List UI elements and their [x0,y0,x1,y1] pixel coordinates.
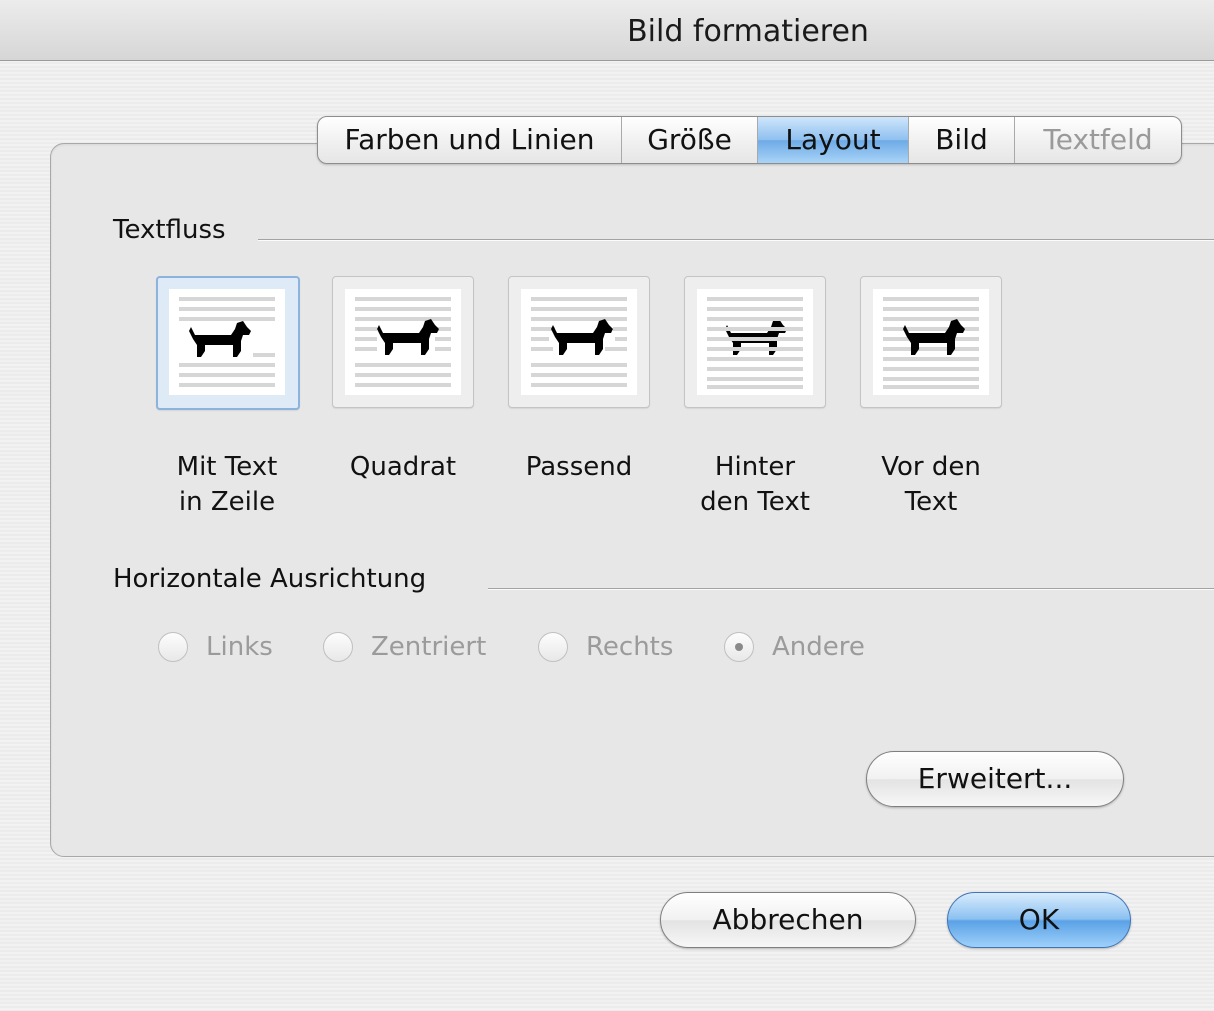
alignment-heading: Horizontale Ausrichtung [113,564,439,594]
radio-zentriert[interactable]: Zentriert [323,630,486,664]
radio-rechts[interactable]: Rechts [538,630,673,664]
radio-links-label: Links [206,632,273,662]
radio-andere-circle[interactable] [724,632,754,662]
cancel-button[interactable]: Abbrechen [660,892,916,948]
wrap-inline-button[interactable] [156,276,300,410]
wrap-tight-label: Passend [525,452,633,482]
ok-button[interactable]: OK [947,892,1131,948]
radio-andere-label: Andere [772,632,865,662]
radio-andere[interactable]: Andere [724,630,865,664]
radio-rechts-label: Rechts [586,632,674,662]
tab-farben-und-linien[interactable]: Farben und Linien [318,117,622,163]
in-front-dog-icon [883,297,979,389]
tab-bar: Farben und Linien Größe Layout Bild Text… [317,116,1182,164]
wrap-behind-text-button[interactable] [684,276,826,408]
textflow-heading: Textfluss [113,215,238,245]
tab-textfeld: Textfeld [1043,123,1153,156]
radio-zentriert-circle[interactable] [323,632,353,662]
radio-rechts-circle[interactable] [538,632,568,662]
inline-dog-icon [179,297,275,387]
textflow-separator [258,239,1214,241]
square-wrap-dog-icon [355,297,451,387]
radio-links-circle[interactable] [158,632,188,662]
tab-bild[interactable]: Bild [909,117,1015,163]
wrap-square-label: Quadrat [349,452,457,482]
title-bar: Bild formatieren [0,0,1214,61]
wrap-square-button[interactable] [332,276,474,408]
wrap-behind-text-label: Hinter den Text [700,452,810,517]
alignment-separator [488,588,1214,590]
wrap-in-front-button[interactable] [860,276,1002,408]
advanced-button[interactable]: Erweitert... [866,751,1124,807]
wrap-inline-label: Mit Text in Zeile [176,452,278,517]
tight-wrap-dog-icon [531,297,627,387]
tab-groesse[interactable]: Größe [622,117,758,163]
wrap-in-front-label: Vor den Text [881,452,981,517]
window-title: Bild formatieren [627,14,869,49]
wrap-tight-button[interactable] [508,276,650,408]
radio-links[interactable]: Links [158,630,273,664]
tab-layout[interactable]: Layout [758,117,909,163]
behind-text-dog-icon [707,297,803,389]
radio-zentriert-label: Zentriert [371,632,487,662]
